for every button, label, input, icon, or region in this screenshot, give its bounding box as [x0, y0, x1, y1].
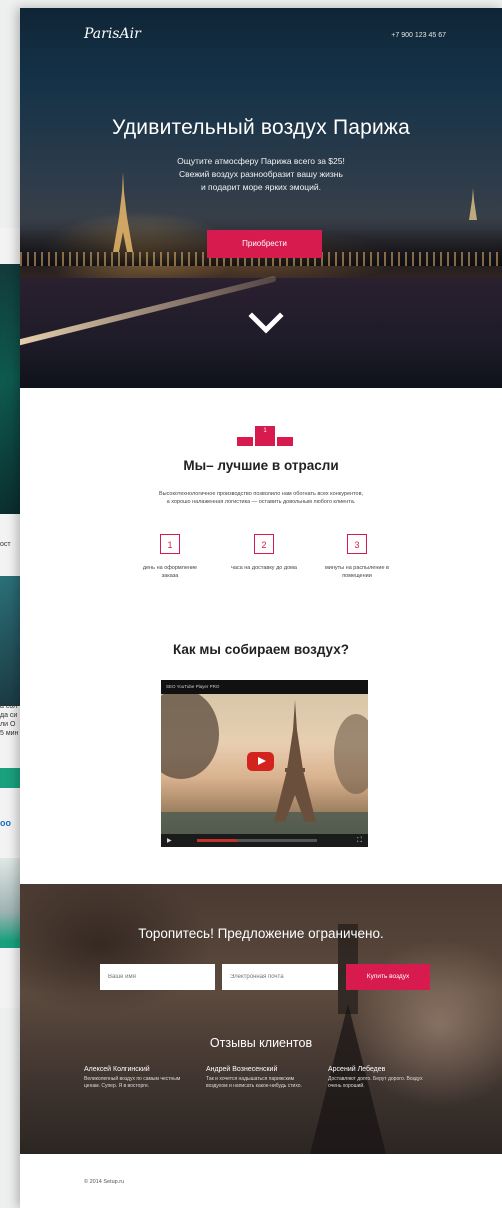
review-text: Доставляют долго. Берут дорого. Воздух о… — [328, 1076, 423, 1089]
stat-label: день на оформление заказа — [142, 565, 198, 579]
copyright: © 2014 Setup.ru — [84, 1179, 125, 1185]
fullscreen-icon[interactable]: ⛶ — [357, 837, 362, 845]
hero-subtitle-line: Ощутите атмосферу Парижа всего за $25! — [177, 156, 345, 166]
podium-number: 1 — [263, 428, 267, 434]
review-author: Арсений Лебедев — [328, 1066, 386, 1073]
hero-subtitle-line: и подарит море ярких эмоций. — [200, 182, 322, 192]
stat-item: 2 часа на доставку до дома — [229, 534, 299, 572]
best-description: а хорошо налаженная логистика — оставить… — [166, 499, 356, 505]
cta-title: Торопитесь! Предложение ограничено. — [138, 926, 384, 941]
background-text: ост — [0, 541, 11, 548]
review-text: Так и хочется надышаться парижским возду… — [206, 1076, 302, 1089]
reviews-title: Отзывы клиентов — [209, 1036, 313, 1050]
review-text: Великолепный воздух по самым честным цен… — [84, 1076, 181, 1089]
play-icon[interactable]: ▶ — [167, 837, 172, 844]
hero-section: ParisAir +7 900 123 45 67 Удивительный в… — [20, 8, 502, 388]
video-title: SEO YouTube Player PRO — [161, 680, 368, 694]
phone-number: +7 900 123 45 67 — [391, 32, 446, 39]
video-section-title: Как мы собираем воздух? — [173, 642, 349, 657]
review-item: Арсений Лебедев Доставляют долго. Берут … — [328, 1066, 428, 1090]
email-input[interactable] — [222, 964, 338, 990]
buy-air-button[interactable]: Купить воздух — [346, 964, 430, 990]
video-progress-bar[interactable] — [197, 839, 237, 842]
stat-item: 3 минуты на распыление в помещении — [322, 534, 392, 580]
logo[interactable]: ParisAir — [84, 26, 141, 42]
cta-section: Торопитесь! Предложение ограничено. Купи… — [20, 884, 502, 1154]
landing-page: ParisAir +7 900 123 45 67 Удивительный в… — [20, 8, 502, 1208]
chevron-down-icon[interactable] — [246, 308, 286, 338]
footer: © 2014 Setup.ru — [20, 1154, 502, 1208]
stat-number: 3 — [347, 534, 367, 554]
review-item: Алексей Колгинский Великолепный воздух п… — [84, 1066, 184, 1090]
hero-title: Удивительный воздух Парижа — [111, 116, 411, 139]
buy-button[interactable]: Приобрести — [207, 230, 322, 258]
video-player[interactable]: SEO YouTube Player PRO ▶ ⛶ — [161, 680, 368, 847]
name-input[interactable] — [100, 964, 215, 990]
stat-label: минуты на распыление в помещении — [325, 565, 389, 579]
stat-label: часа на доставку до дома — [231, 565, 297, 571]
stat-number: 2 — [254, 534, 274, 554]
review-author: Андрей Вознесенский — [206, 1066, 278, 1073]
hero-subtitle-line: Свежий воздух разнообразит вашу жизнь — [179, 169, 343, 179]
best-description: Высокотехнологичное производство позволи… — [158, 491, 364, 497]
play-button[interactable] — [247, 752, 274, 771]
review-author: Алексей Колгинский — [84, 1066, 150, 1073]
eiffel-tower-icon — [274, 700, 316, 822]
review-item: Андрей Вознесенский Так и хочется надыша… — [206, 1066, 306, 1090]
stat-item: 1 день на оформление заказа — [135, 534, 205, 580]
background-text: а сол да си ли О5 мин — [0, 703, 19, 737]
stat-number: 1 — [160, 534, 180, 554]
best-title: Мы– лучшие в отрасли — [183, 458, 339, 473]
